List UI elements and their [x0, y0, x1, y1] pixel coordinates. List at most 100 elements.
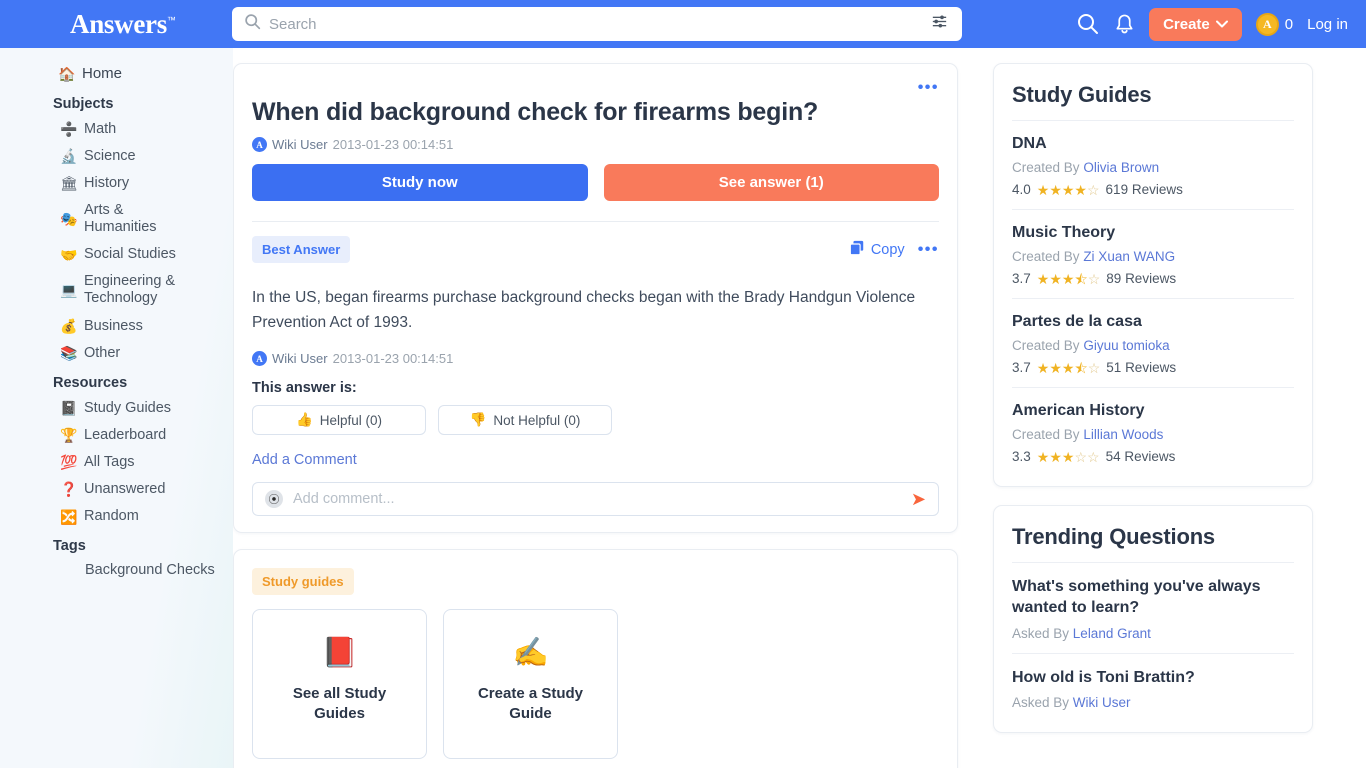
list-item[interactable]: Music Theory Created By Zi Xuan WANG 3.7… — [1012, 209, 1294, 298]
sidebar-item-engineering-technology[interactable]: 💻 Engineering & Technology — [0, 268, 233, 312]
guide-author[interactable]: Giyuu tomioka — [1083, 338, 1169, 353]
create-button[interactable]: Create — [1149, 7, 1242, 41]
math-icon: ➗ — [60, 120, 78, 137]
copy-button[interactable]: Copy — [849, 240, 905, 260]
page-body: 🏠 Home Subjects ➗ Math 🔬 Science 🏛 Histo… — [0, 48, 1366, 768]
sidebar-item-history[interactable]: 🏛 History — [0, 170, 233, 197]
sidebar-section-subjects: Subjects — [53, 95, 114, 112]
guide-rating: 3.7 ★★★⯪☆ 51 Reviews — [1012, 360, 1294, 375]
asked-by-label: Asked By — [1012, 625, 1070, 641]
create-button-label: Create — [1163, 15, 1210, 33]
study-now-button[interactable]: Study now — [252, 164, 588, 201]
comment-input-box[interactable]: ⦿ ➤ — [252, 482, 939, 517]
not-helpful-button[interactable]: 👎 Not Helpful (0) — [438, 405, 612, 436]
created-by-label: Created By — [1012, 427, 1080, 442]
guide-rating: 3.7 ★★★⯪☆ 89 Reviews — [1012, 271, 1294, 286]
home-icon: 🏠 — [58, 65, 76, 82]
study-guides-panel-title: Study Guides — [1012, 82, 1152, 107]
created-by-label: Created By — [1012, 249, 1080, 264]
asked-by-label: Asked By — [1012, 695, 1070, 711]
guide-creator: Created By Giyuu tomioka — [1012, 338, 1294, 353]
sidebar-item-unanswered[interactable]: ❓ Unanswered — [0, 476, 233, 503]
site-logo[interactable]: Answers™ — [70, 10, 176, 38]
sidebar-item-study-guides[interactable]: 📓 Study Guides — [0, 395, 233, 422]
list-item[interactable]: American History Created By Lillian Wood… — [1012, 387, 1294, 476]
see-answer-button[interactable]: See answer (1) — [603, 164, 939, 201]
best-answer-badge: Best Answer — [252, 236, 351, 263]
create-study-guide-card[interactable]: ✍️ Create a Study Guide — [443, 609, 618, 760]
reviews-label: Reviews — [1131, 182, 1183, 197]
reviews-label: Reviews — [1124, 449, 1176, 464]
rating-prompt-label: This answer is: — [252, 380, 357, 397]
sidebar-item-home[interactable]: 🏠 Home — [0, 60, 233, 88]
coin-icon: A — [1255, 12, 1279, 36]
sidebar-item-all-tags[interactable]: 💯 All Tags — [0, 449, 233, 476]
tags-icon: 💯 — [60, 454, 78, 471]
star-rating-icon: ★★★☆☆ — [1036, 448, 1100, 465]
guide-author[interactable]: Zi Xuan WANG — [1083, 249, 1175, 264]
sidebar-item-random[interactable]: 🔀 Random — [0, 503, 233, 530]
list-item[interactable]: DNA Created By Olivia Brown 4.0 ★★★★☆ 61… — [1012, 120, 1294, 209]
sidebar-item-arts-humanities[interactable]: 🎭 Arts & Humanities — [0, 197, 233, 241]
send-comment-icon[interactable]: ➤ — [911, 490, 926, 508]
search-bar[interactable] — [232, 7, 962, 41]
question-author[interactable]: Wiki User — [272, 137, 328, 152]
see-all-study-guides-card[interactable]: 📕 See all Study Guides — [252, 609, 427, 760]
guide-rating: 3.3 ★★★☆☆ 54 Reviews — [1012, 449, 1294, 464]
guide-name: DNA — [1012, 135, 1047, 152]
guide-reviews-count: 54 — [1105, 449, 1121, 464]
list-item[interactable]: What's something you've always wanted to… — [1012, 562, 1294, 653]
trending-questions-panel-title: Trending Questions — [1012, 524, 1215, 549]
guide-reviews: 619 Reviews — [1106, 182, 1183, 197]
shuffle-icon: 🔀 — [60, 508, 78, 525]
answer-author[interactable]: Wiki User — [272, 351, 328, 366]
guide-author[interactable]: Lillian Woods — [1083, 427, 1163, 442]
helpful-button[interactable]: 👍 Helpful (0) — [252, 405, 426, 436]
copy-icon — [849, 240, 865, 260]
guide-reviews: 54 Reviews — [1106, 449, 1176, 464]
filter-sliders-icon[interactable] — [931, 14, 948, 34]
question-more-options-icon[interactable]: ••• — [918, 80, 939, 96]
star-rating-icon: ★★★★☆ — [1036, 181, 1100, 198]
list-item[interactable]: Partes de la casa Created By Giyuu tomio… — [1012, 298, 1294, 387]
sidebar-item-label: History — [84, 174, 130, 191]
top-navigation-bar: Answers™ Create — [0, 0, 1366, 48]
comment-input[interactable] — [293, 491, 901, 508]
main-content: ••• When did background check for firear… — [233, 48, 976, 768]
sidebar-item-business[interactable]: 💰 Business — [0, 313, 233, 340]
sidebar-tag-background-checks[interactable]: Background Checks — [0, 558, 233, 582]
trending-question-asker: Asked By Wiki User — [1012, 695, 1294, 710]
search-icon[interactable] — [1076, 12, 1100, 36]
add-a-comment-link[interactable]: Add a Comment — [252, 452, 357, 468]
science-icon: 🔬 — [60, 148, 78, 165]
sidebar-item-leaderboard[interactable]: 🏆 Leaderboard — [0, 422, 233, 449]
notification-bell-icon[interactable] — [1114, 13, 1135, 36]
trending-question-title: How old is Toni Brattin? — [1012, 668, 1195, 686]
trending-question-author[interactable]: Leland Grant — [1073, 626, 1151, 641]
copy-label: Copy — [870, 241, 905, 258]
answer-more-options-icon[interactable]: ••• — [918, 241, 939, 258]
study-guides-panel: Study Guides DNA Created By Olivia Brown… — [993, 63, 1313, 487]
sidebar-item-other[interactable]: 📚 Other — [0, 340, 233, 367]
sidebar-item-social-studies[interactable]: 🤝 Social Studies — [0, 241, 233, 268]
sidebar-item-label: Home — [82, 65, 123, 82]
question-mark-icon: ❓ — [60, 481, 78, 498]
guide-author[interactable]: Olivia Brown — [1083, 160, 1159, 175]
list-item[interactable]: How old is Toni Brattin? Asked By Wiki U… — [1012, 652, 1294, 723]
created-by-label: Created By — [1012, 338, 1080, 353]
sidebar-item-science[interactable]: 🔬 Science — [0, 143, 233, 170]
guide-name: Music Theory — [1012, 224, 1116, 241]
guide-name: American History — [1012, 402, 1145, 419]
search-input[interactable] — [269, 15, 931, 33]
trending-question-author[interactable]: Wiki User — [1073, 695, 1131, 710]
business-icon: 💰 — [60, 317, 78, 334]
points-badge[interactable]: A 0 — [1255, 12, 1293, 36]
sidebar-item-label: Unanswered — [84, 481, 166, 498]
login-link[interactable]: Log in — [1307, 16, 1348, 33]
sidebar-item-label: Business — [84, 317, 143, 334]
answer-text: In the US, began firearms purchase backg… — [252, 289, 916, 332]
create-study-guide-label: Create a Study Guide — [477, 685, 584, 723]
avatar: A — [252, 351, 267, 367]
vote-buttons: 👍 Helpful (0) 👎 Not Helpful (0) — [252, 405, 939, 436]
sidebar-item-math[interactable]: ➗ Math — [0, 116, 233, 143]
